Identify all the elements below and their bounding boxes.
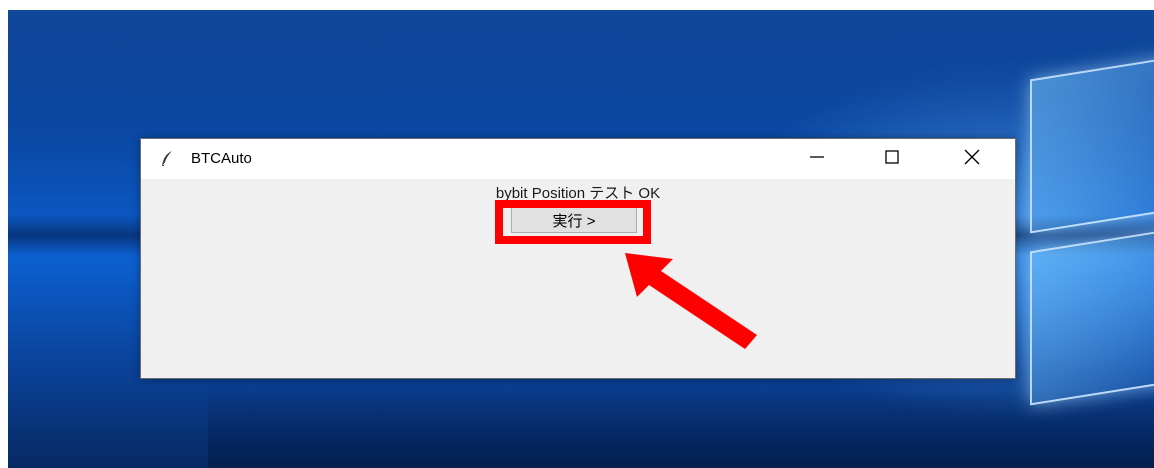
minimize-button[interactable] — [789, 139, 845, 179]
close-button[interactable] — [944, 139, 1000, 179]
minimize-icon — [810, 150, 824, 169]
windows-logo-pane-bottom — [1030, 228, 1154, 406]
app-window: BTCAuto bybit Position テスト OK 実行 > — [140, 138, 1016, 379]
title-bar[interactable]: BTCAuto — [141, 139, 1015, 179]
annotation-highlight-box — [495, 200, 651, 244]
wallpaper-shadow-bottom — [208, 390, 1154, 468]
maximize-button[interactable] — [864, 139, 920, 179]
screenshot-stage: BTCAuto bybit Position テスト OK 実行 > — [0, 0, 1154, 468]
windows-logo-pane-top — [1030, 56, 1154, 234]
feather-icon — [159, 150, 175, 168]
arrow-pointer-icon — [625, 253, 757, 349]
maximize-icon — [885, 149, 899, 169]
window-title: BTCAuto — [191, 150, 252, 167]
close-icon — [964, 149, 980, 170]
wallpaper-light-top — [8, 10, 1154, 140]
